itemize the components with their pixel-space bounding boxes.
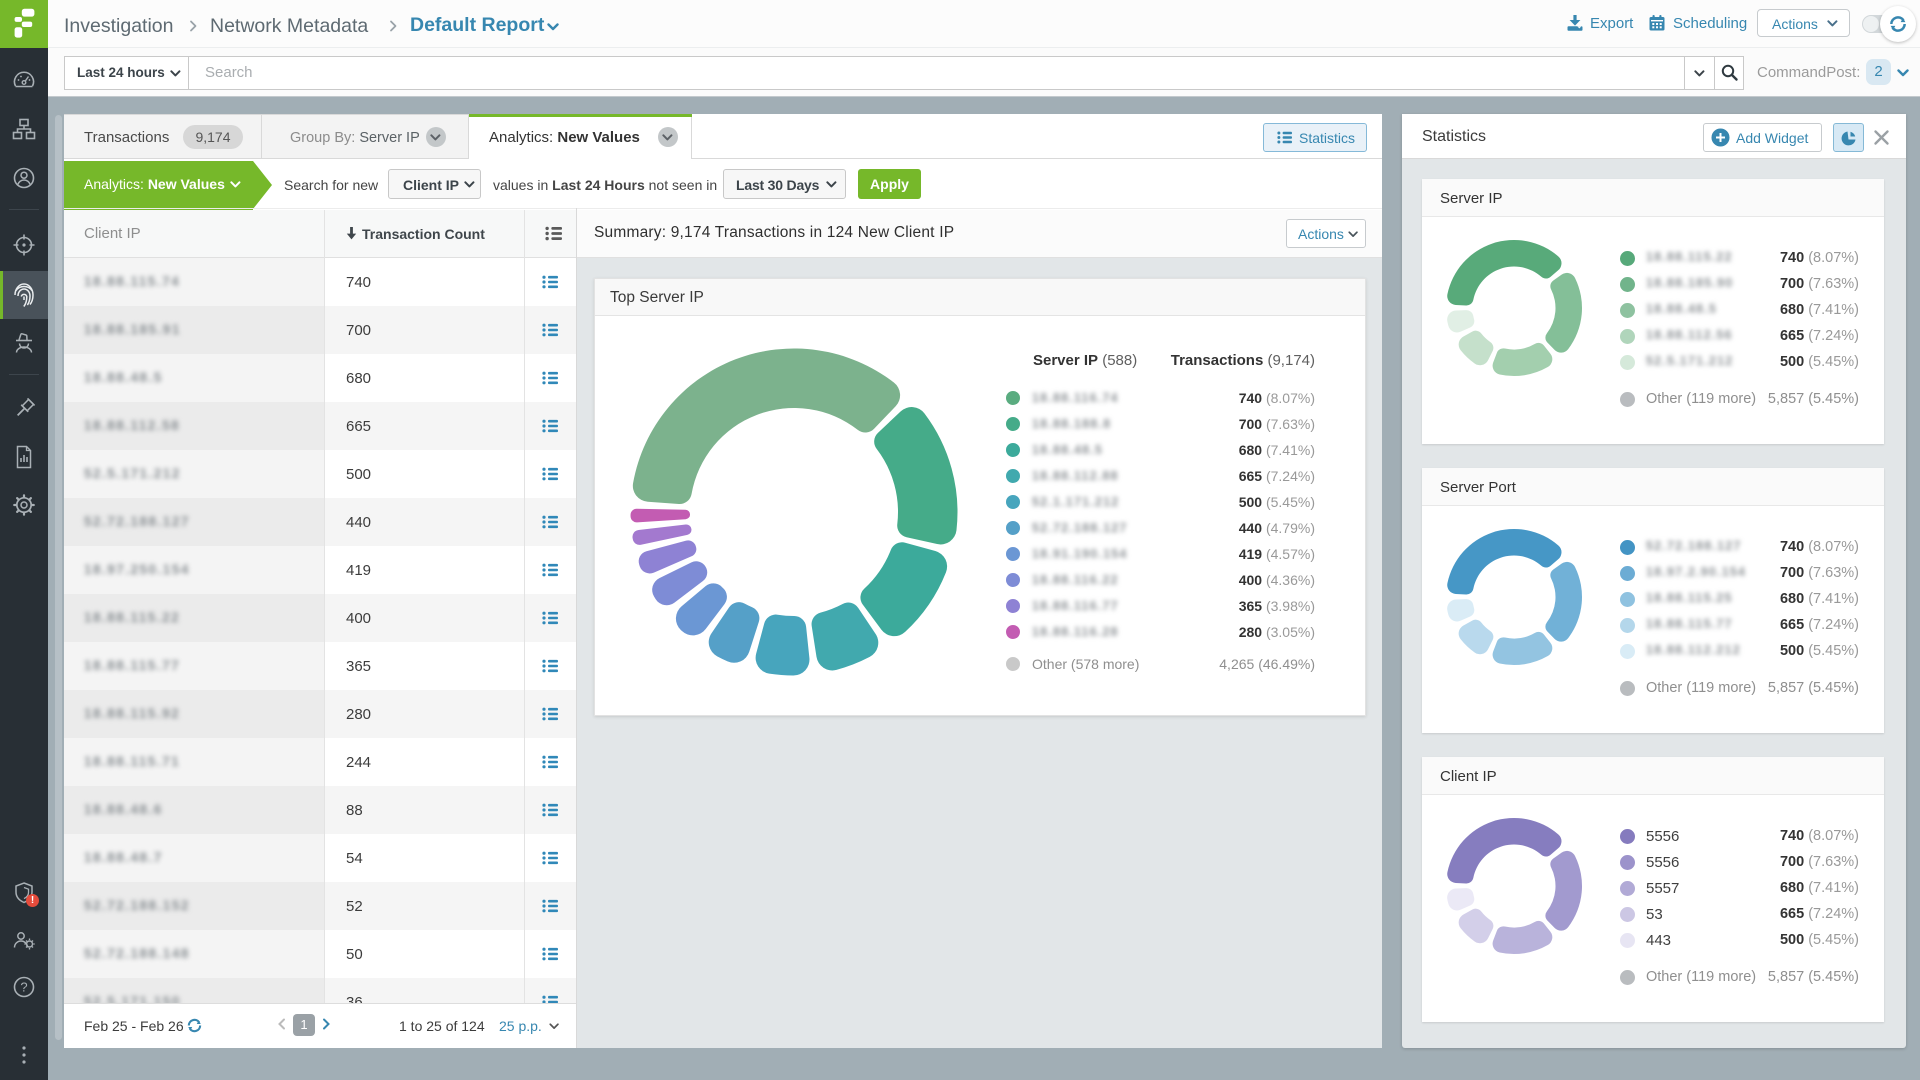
svg-text:?: ? <box>20 980 27 995</box>
